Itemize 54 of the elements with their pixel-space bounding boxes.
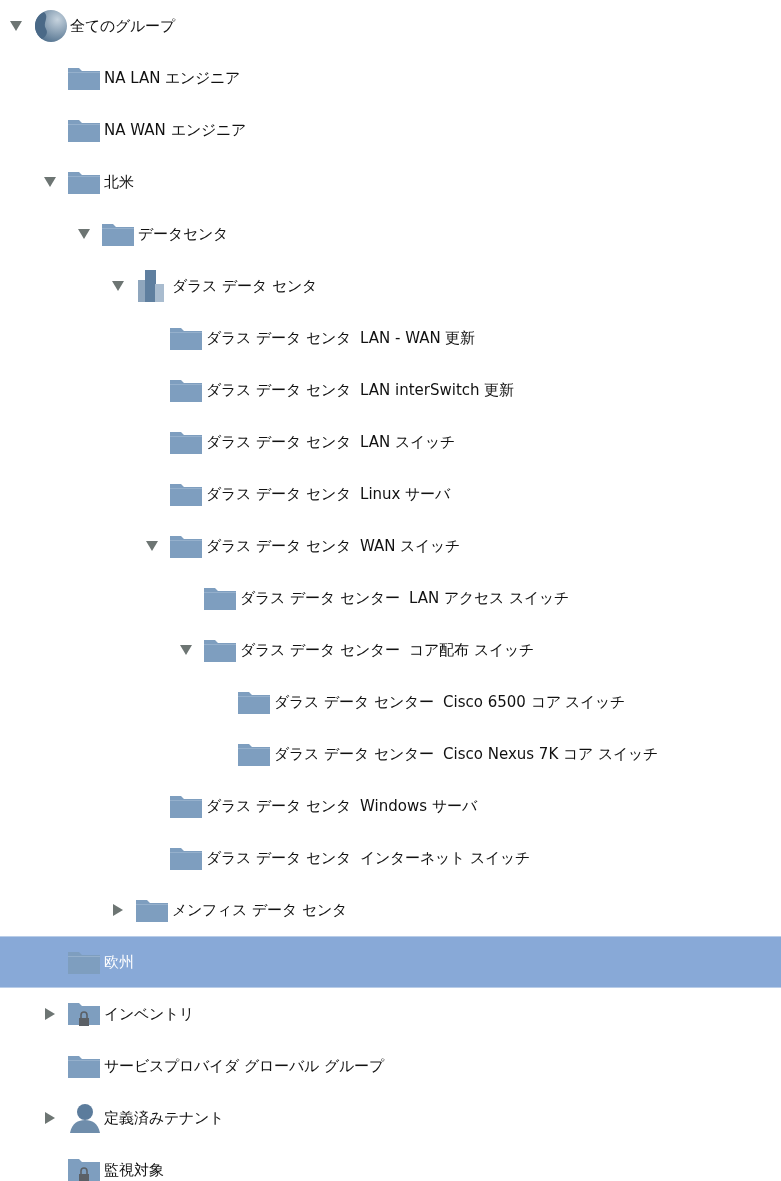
tree-item[interactable]: ダラス データ センタ Linux サーバ: [0, 468, 781, 520]
person-icon: [68, 1103, 100, 1133]
folder-icon: [170, 326, 202, 350]
tree-item[interactable]: ダラス データ センター Cisco 6500 コア スイッチ: [0, 676, 781, 728]
tree-item[interactable]: ダラス データ センター コア配布 スイッチ: [0, 624, 781, 676]
folder-icon: [68, 950, 100, 974]
tree-item[interactable]: ダラス データ センタ インターネット スイッチ: [0, 832, 781, 884]
expanded-triangle-icon[interactable]: [78, 229, 90, 239]
tree-item[interactable]: NA WAN エンジニア: [0, 104, 781, 156]
tree-item[interactable]: ダラス データ センタ LAN interSwitch 更新: [0, 364, 781, 416]
expanded-triangle-icon[interactable]: [146, 541, 158, 551]
folder-icon: [238, 690, 270, 714]
globe-icon: [34, 9, 68, 43]
tree-item[interactable]: 全てのグループ: [0, 0, 781, 52]
expanded-triangle-icon[interactable]: [10, 21, 22, 31]
collapsed-triangle-icon[interactable]: [113, 904, 123, 916]
locked-folder-icon: [68, 1001, 100, 1027]
folder-icon: [170, 482, 202, 506]
folder-icon: [102, 222, 134, 246]
tree-item[interactable]: ダラス データ センター LAN アクセス スイッチ: [0, 572, 781, 624]
expanded-triangle-icon[interactable]: [44, 177, 56, 187]
expanded-triangle-icon[interactable]: [180, 645, 192, 655]
collapsed-triangle-icon[interactable]: [45, 1008, 55, 1020]
expanded-triangle-icon[interactable]: [112, 281, 124, 291]
tree-item[interactable]: ダラス データ センタ LAN スイッチ: [0, 416, 781, 468]
folder-icon: [68, 1054, 100, 1078]
tree-item[interactable]: 監視対象: [0, 1144, 781, 1181]
tree-item[interactable]: ダラス データ センタ LAN - WAN 更新: [0, 312, 781, 364]
folder-icon: [136, 898, 168, 922]
tree-item[interactable]: ダラス データ センタ: [0, 260, 781, 312]
tree-item[interactable]: ダラス データ センタ WAN スイッチ: [0, 520, 781, 572]
tree-item[interactable]: 定義済みテナント: [0, 1092, 781, 1144]
folder-icon: [68, 118, 100, 142]
collapsed-triangle-icon[interactable]: [45, 1112, 55, 1124]
tree-item[interactable]: メンフィス データ センタ: [0, 884, 781, 936]
folder-icon: [170, 846, 202, 870]
folder-icon: [204, 586, 236, 610]
folder-icon: [68, 170, 100, 194]
folder-icon: [68, 66, 100, 90]
tree-item[interactable]: NA LAN エンジニア: [0, 52, 781, 104]
tree-item[interactable]: ダラス データ センター Cisco Nexus 7K コア スイッチ: [0, 728, 781, 780]
locked-folder-icon: [68, 1157, 100, 1181]
folder-icon: [170, 430, 202, 454]
tree-item[interactable]: サービスプロバイダ グローバル グループ: [0, 1040, 781, 1092]
tree-item[interactable]: データセンタ: [0, 208, 781, 260]
folder-icon: [170, 794, 202, 818]
folder-icon: [238, 742, 270, 766]
building-icon: [136, 270, 166, 302]
folder-icon: [170, 378, 202, 402]
folder-icon: [170, 534, 202, 558]
tree-item[interactable]: インベントリ: [0, 988, 781, 1040]
tree-item[interactable]: 北米: [0, 156, 781, 208]
folder-icon: [204, 638, 236, 662]
tree-item[interactable]: ダラス データ センタ Windows サーバ: [0, 780, 781, 832]
